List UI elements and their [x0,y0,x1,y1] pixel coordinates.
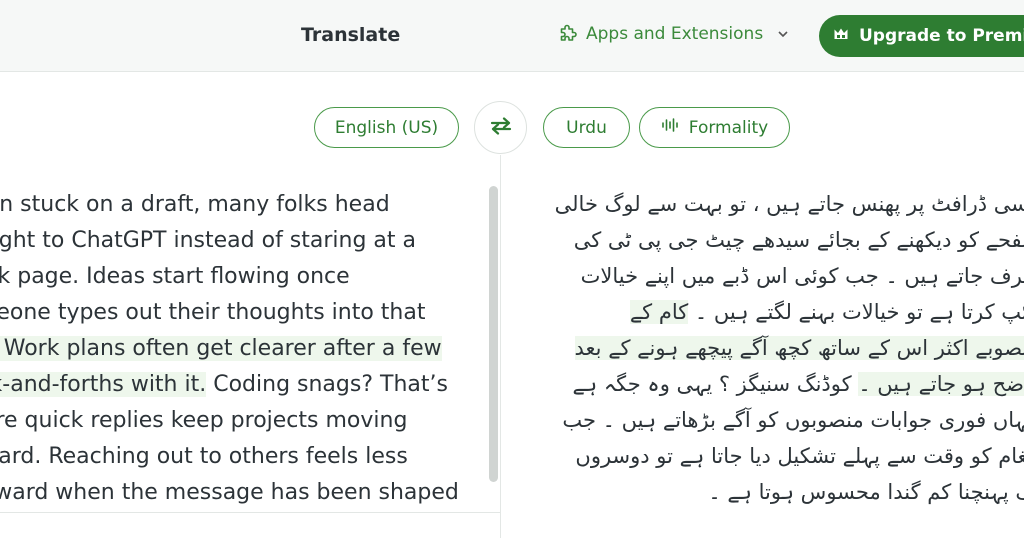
source-language-button[interactable]: English (US) [314,107,459,148]
translation-text-line: منصوبے اکثر اس کے ساتھ کچھ آگے پیچھے ہون… [505,330,1024,366]
text-segment: ٹائپ کرتا ہے تو خیالات بہنے لگتے ہیں ۔ [688,300,1024,324]
translation-text-area: کسی ڈرافٹ پر پھنس جاتے ہیں ، تو بہت سے ل… [505,186,1024,516]
text-segment: تک پہنچنا کم گندا محسوس ہوتا ہے ۔ [708,480,1024,504]
translation-text-line: پیغام کو وقت سے پہلے تشکیل دیا جاتا ہے ت… [505,438,1024,474]
text-segment: forward. Reaching out to others feels le… [0,444,408,469]
text-segment: where quick replies keep projects moving [0,408,408,433]
chevron-down-icon [777,30,789,38]
apps-extensions-label: Apps and Extensions [586,24,764,44]
text-segment: طرف جاتے ہیں ۔ جب کوئی اس ڈبے میں اپنے خ… [580,264,1024,288]
text-segment: straight to ChatGPT instead of staring a… [0,228,417,253]
highlighted-sentence: box. Work plans often get clearer after … [0,336,442,361]
source-text-line: When stuck on a draft, many folks head [0,187,498,223]
source-text-line: someone types out their thoughts into th… [0,295,498,331]
source-panel-divider [0,512,500,513]
target-language-button[interactable]: Urdu [543,107,630,148]
translation-text-line: صفحے کو دیکھنے کے بجائے سیدھے چیٹ جی پی … [505,222,1024,258]
highlighted-sentence: واضح ہو جاتے ہیں ۔ [858,372,1024,396]
text-segment: awkward when the message has been shaped [0,480,459,505]
source-text-line: forward. Reaching out to others feels le… [0,439,498,475]
panel-divider [500,155,501,538]
source-text-line: where quick replies keep projects moving [0,403,498,439]
highlighted-sentence: منصوبے اکثر اس کے ساتھ کچھ آگے پیچھے ہون… [574,336,1024,360]
formality-label: Formality [688,117,769,138]
highlighted-sentence: کام کے [629,300,689,324]
source-language-label: English (US) [334,117,439,138]
text-segment: کوڈنگ سنیگز ؟ یہی وہ جگہ ہے [572,372,859,396]
target-language-label: Urdu [566,117,607,138]
source-text-line: box. Work plans often get clearer after … [0,331,498,367]
text-segment: When stuck on a draft, many folks head [0,192,390,217]
highlighted-sentence: back-and-forths with it. [0,372,207,397]
text-segment: Coding snags? That’s [206,372,448,397]
source-text-line: back-and-forths with it. Coding snags? T… [0,367,498,403]
soundwave-icon [661,117,679,138]
translation-text-line: طرف جاتے ہیں ۔ جب کوئی اس ڈبے میں اپنے خ… [505,258,1024,294]
translation-text-line: کسی ڈرافٹ پر پھنس جاتے ہیں ، تو بہت سے ل… [505,186,1024,222]
translation-text-line: ٹائپ کرتا ہے تو خیالات بہنے لگتے ہیں ۔ ک… [505,294,1024,330]
translation-text-line: واضح ہو جاتے ہیں ۔ کوڈنگ سنیگز ؟ یہی وہ … [505,366,1024,402]
apps-extensions-menu[interactable]: Apps and Extensions [558,24,789,44]
translation-text-line: جہاں فوری جوابات منصوبوں کو آگے بڑھاتے ہ… [505,402,1024,438]
source-scrollbar[interactable] [489,186,498,482]
crown-icon [833,26,849,47]
text-segment: جہاں فوری جوابات منصوبوں کو آگے بڑھاتے ہ… [562,408,1024,432]
translation-text-line: تک پہنچنا کم گندا محسوس ہوتا ہے ۔ [505,474,1024,510]
swap-arrows-icon [488,116,514,140]
text-segment: blank page. Ideas start flowing once [0,264,350,289]
top-bar: Translate Apps and Extensions Upgrade to… [0,0,1024,72]
page-title: Translate [301,24,401,46]
source-text-line: straight to ChatGPT instead of staring a… [0,223,498,259]
text-segment: کسی ڈرافٹ پر پھنس جاتے ہیں ، تو بہت سے ل… [554,192,1024,216]
source-text-area[interactable]: When stuck on a draft, many folks head st… [0,187,498,512]
text-segment: someone types out their thoughts into th… [0,300,426,325]
text-segment: صفحے کو دیکھنے کے بجائے سیدھے چیٹ جی پی … [573,228,1024,252]
text-segment: پیغام کو وقت سے پہلے تشکیل دیا جاتا ہے ت… [575,444,1024,468]
formality-button[interactable]: Formality [639,107,790,148]
upgrade-label: Upgrade to Premium [859,26,1024,46]
upgrade-button[interactable]: Upgrade to Premium [819,15,1024,57]
swap-languages-button[interactable] [474,101,527,154]
source-text-line: blank page. Ideas start flowing once [0,259,498,295]
source-text-line: awkward when the message has been shaped [0,475,498,511]
puzzle-icon [558,24,578,44]
